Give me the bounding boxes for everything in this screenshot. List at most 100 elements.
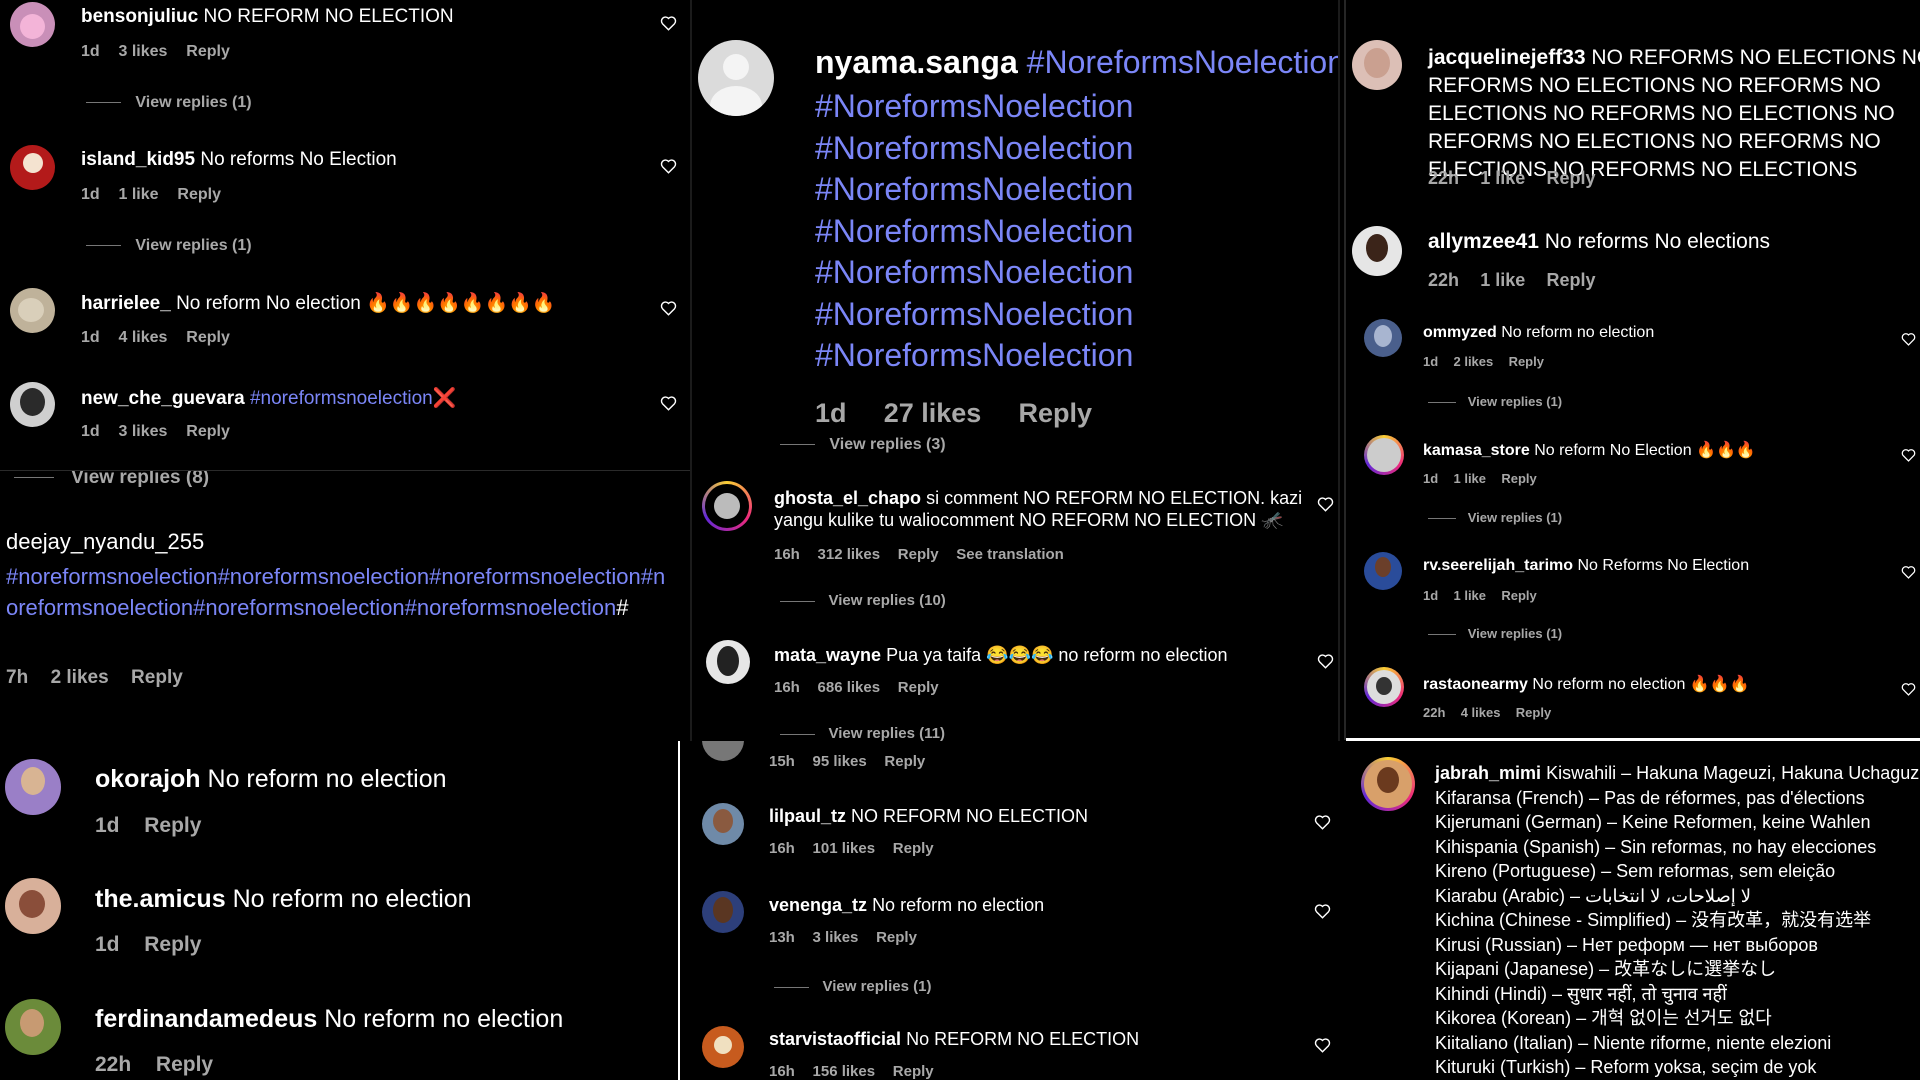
reply-button[interactable]: Reply bbox=[876, 929, 917, 946]
like-heart-icon[interactable] bbox=[1314, 1037, 1331, 1053]
comment-likes[interactable]: 3 likes bbox=[813, 929, 859, 946]
reply-button[interactable]: Reply bbox=[156, 1053, 213, 1076]
comment-likes[interactable]: 101 likes bbox=[813, 840, 876, 857]
like-heart-icon[interactable] bbox=[660, 158, 677, 174]
hashtag-link[interactable]: #NoreformsNoelection bbox=[815, 86, 1133, 128]
avatar[interactable] bbox=[5, 999, 61, 1055]
reply-button[interactable]: Reply bbox=[893, 840, 934, 857]
like-heart-icon[interactable] bbox=[1901, 682, 1916, 696]
comment-likes[interactable]: 27 likes bbox=[884, 398, 982, 428]
avatar[interactable] bbox=[1352, 40, 1402, 90]
comment-username[interactable]: starvistaofficial bbox=[769, 1029, 901, 1049]
view-replies-button[interactable]: View replies (1) bbox=[774, 978, 931, 995]
reply-button[interactable]: Reply bbox=[144, 933, 201, 956]
avatar[interactable] bbox=[10, 2, 55, 47]
comment-username[interactable]: ghosta_el_chapo bbox=[774, 488, 921, 508]
view-replies-button[interactable]: View replies (1) bbox=[1428, 626, 1562, 641]
reply-button[interactable]: Reply bbox=[898, 679, 939, 696]
like-heart-icon[interactable] bbox=[660, 15, 677, 31]
view-replies-button[interactable]: View replies (1) bbox=[86, 94, 252, 112]
view-replies-button[interactable]: View replies (11) bbox=[780, 725, 945, 741]
avatar[interactable] bbox=[702, 741, 744, 761]
comment-username[interactable]: kamasa_store bbox=[1423, 442, 1530, 459]
comment-likes[interactable]: 1 like bbox=[1480, 270, 1525, 290]
view-replies-button[interactable]: View replies (3) bbox=[780, 436, 946, 454]
comment-username[interactable]: lilpaul_tz bbox=[769, 806, 846, 826]
comment-likes[interactable]: 4 likes bbox=[119, 329, 168, 346]
reply-button[interactable]: Reply bbox=[186, 329, 230, 346]
hashtag-link[interactable]: #NoreformsNoelection bbox=[815, 211, 1133, 253]
avatar[interactable] bbox=[702, 803, 744, 845]
avatar[interactable] bbox=[5, 759, 61, 815]
like-heart-icon[interactable] bbox=[1317, 653, 1334, 669]
view-replies-button[interactable]: View replies (10) bbox=[780, 592, 946, 609]
see-translation-button[interactable]: See translation bbox=[956, 546, 1064, 563]
comment-username[interactable]: jacquelinejeff33 bbox=[1428, 46, 1586, 69]
reply-button[interactable]: Reply bbox=[186, 423, 230, 440]
comment-username[interactable]: the.amicus bbox=[95, 885, 226, 913]
comment-username[interactable]: rv.seerelijah_tarimo bbox=[1423, 557, 1573, 574]
reply-button[interactable]: Reply bbox=[186, 43, 230, 60]
comment-username[interactable]: mata_wayne bbox=[774, 645, 881, 665]
comment-username[interactable]: island_kid95 bbox=[81, 149, 195, 170]
like-heart-icon[interactable] bbox=[1314, 903, 1331, 919]
like-heart-icon[interactable] bbox=[1901, 448, 1916, 462]
comment-likes[interactable]: 3 likes bbox=[119, 423, 168, 440]
comment-likes[interactable]: 156 likes bbox=[813, 1063, 876, 1080]
avatar[interactable] bbox=[702, 891, 744, 933]
comment-likes[interactable]: 1 like bbox=[119, 186, 159, 203]
avatar[interactable] bbox=[10, 145, 55, 190]
comment-likes[interactable]: 1 like bbox=[1453, 471, 1486, 486]
reply-button[interactable]: Reply bbox=[1516, 705, 1551, 720]
comment-username[interactable]: nyama.sanga bbox=[815, 44, 1018, 80]
comment-username[interactable]: new_che_guevara bbox=[81, 388, 245, 409]
like-heart-icon[interactable] bbox=[660, 300, 677, 316]
reply-button[interactable]: Reply bbox=[1501, 588, 1536, 603]
hashtag-link[interactable]: #NoreformsNoelection bbox=[815, 169, 1133, 211]
reply-button[interactable]: Reply bbox=[1501, 471, 1536, 486]
comment-likes[interactable]: 1 like bbox=[1480, 168, 1525, 188]
comment-username[interactable]: venenga_tz bbox=[769, 895, 867, 915]
avatar[interactable] bbox=[10, 288, 55, 333]
avatar[interactable] bbox=[1361, 757, 1415, 811]
comment-username[interactable]: ommyzed bbox=[1423, 324, 1497, 341]
reply-button[interactable]: Reply bbox=[893, 1063, 934, 1080]
avatar[interactable] bbox=[1352, 226, 1402, 276]
comment-likes[interactable]: 686 likes bbox=[818, 679, 881, 696]
avatar[interactable] bbox=[702, 481, 752, 531]
like-heart-icon[interactable] bbox=[1314, 814, 1331, 830]
view-replies-button[interactable]: View replies (1) bbox=[1428, 510, 1562, 525]
comment-likes[interactable]: 2 likes bbox=[51, 667, 109, 688]
reply-button[interactable]: Reply bbox=[1546, 168, 1595, 188]
view-replies-button[interactable]: View replies (1) bbox=[86, 237, 252, 255]
hashtag-link[interactable]: #NoreformsNoelection bbox=[815, 128, 1133, 170]
comment-likes[interactable]: 3 likes bbox=[119, 43, 168, 60]
avatar[interactable] bbox=[706, 640, 750, 684]
like-heart-icon[interactable] bbox=[1901, 565, 1916, 579]
like-heart-icon[interactable] bbox=[1901, 332, 1916, 346]
reply-button[interactable]: Reply bbox=[884, 753, 925, 770]
reply-button[interactable]: Reply bbox=[1019, 398, 1093, 428]
hashtag-link[interactable]: #NoreformsNoelection bbox=[1027, 44, 1338, 80]
hashtag-link[interactable]: #noreformsnoelection bbox=[250, 388, 433, 409]
avatar[interactable] bbox=[702, 1026, 744, 1068]
reply-button[interactable]: Reply bbox=[131, 667, 183, 688]
comment-username[interactable]: harrielee_ bbox=[81, 293, 171, 314]
like-heart-icon[interactable] bbox=[1317, 496, 1334, 512]
avatar[interactable] bbox=[1364, 435, 1404, 475]
avatar[interactable] bbox=[1364, 667, 1404, 707]
comment-username[interactable]: jabrah_mimi bbox=[1435, 763, 1541, 783]
comment-likes[interactable]: 1 like bbox=[1453, 588, 1486, 603]
reply-button[interactable]: Reply bbox=[144, 814, 201, 837]
comment-username[interactable]: okorajoh bbox=[95, 765, 201, 793]
comment-username[interactable]: deejay_nyandu_255 bbox=[6, 529, 204, 555]
hashtag-link[interactable]: #NoreformsNoelection bbox=[815, 252, 1133, 294]
comment-username[interactable]: bensonjuliuc bbox=[81, 6, 198, 27]
comment-likes[interactable]: 4 likes bbox=[1461, 705, 1501, 720]
avatar[interactable] bbox=[10, 382, 55, 427]
view-replies-button[interactable]: View replies (8) bbox=[14, 471, 209, 489]
avatar[interactable] bbox=[5, 878, 61, 934]
comment-likes[interactable]: 2 likes bbox=[1453, 354, 1493, 369]
reply-button[interactable]: Reply bbox=[1509, 354, 1544, 369]
comment-likes[interactable]: 95 likes bbox=[813, 753, 867, 770]
